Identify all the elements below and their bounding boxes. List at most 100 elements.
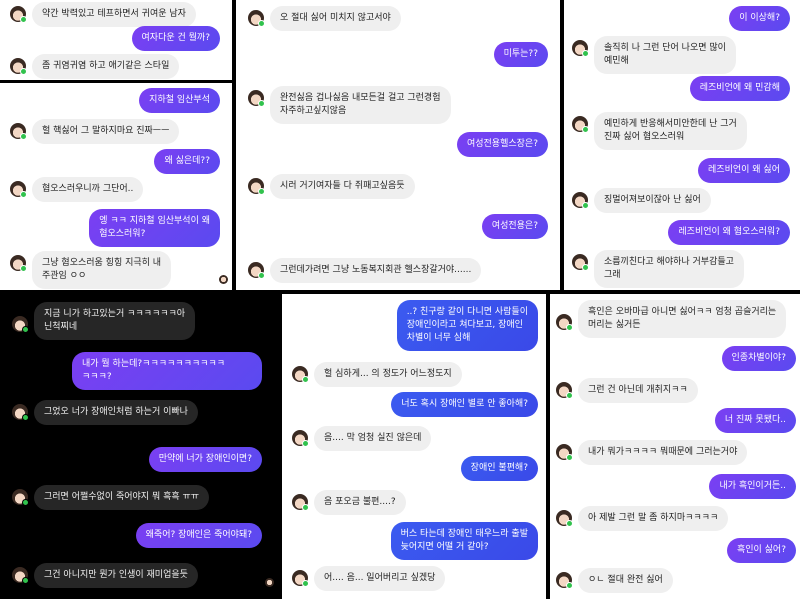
message-text: 완전싫음 겁나싫음 내모든걸 걸고 그런경험 자주하고싶지않음: [270, 86, 451, 124]
message-text: 음.... 막 엄청 실진 않은데: [314, 426, 432, 451]
read-receipt-avatar: [219, 275, 228, 284]
message-text: 지하철 임산부석: [139, 88, 220, 113]
message-incoming: 솔직히 나 그런 단어 나오면 많이 예민해: [572, 36, 736, 74]
message-text: 징멀어져보이잖아 난 싫어: [594, 188, 711, 213]
message-text: 혐오스러우니까 그단어..: [32, 177, 144, 202]
message-outgoing: 여성전용은?: [481, 214, 548, 239]
chat-panel-6: 만약에 너가 장애인이면? 그러면 어쩔수없이 죽어야지 뭐 흑흑 ㅠㅠ 왜죽어…: [0, 437, 278, 599]
message-text: 그러면 어쩔수없이 죽어야지 뭐 흑흑 ㅠㅠ: [34, 485, 210, 510]
chat-panel-7: ..? 친구랑 같이 다니면 사람들이 장애인이라고 쳐다보고, 장애인 차별이…: [282, 294, 546, 599]
message-outgoing: 너도 혹시 장애인 별로 안 좋아해?: [391, 392, 538, 417]
message-incoming: 헐 심하게... 의 정도가 어느정도지: [292, 362, 462, 387]
avatar: [292, 494, 309, 511]
message-text: 너도 혹시 장애인 별로 안 좋아해?: [391, 392, 538, 417]
avatar: [248, 262, 265, 279]
message-text: 레즈비언이 왜 싫어: [698, 158, 790, 183]
message-incoming: 음 포오금 불편....?: [292, 490, 406, 515]
message-text: 인종차별이야?: [721, 346, 796, 371]
message-incoming: 그건 아니지만 뭔가 인생이 재미업을듯: [12, 563, 198, 588]
avatar: [572, 254, 589, 271]
message-text: 아 제발 그런 말 좀 하지마ㅋㅋㅋㅋ: [578, 506, 729, 531]
chat-panel-8: 흑인은 오바마급 아니면 싫어ㅋㅋ 엄청 곱슬거리는 머리는 싫거든 인종차별이…: [550, 294, 800, 599]
avatar: [556, 314, 573, 331]
message-text: 헐 심하게... 의 정도가 어느정도지: [314, 362, 462, 387]
message-text: 소름끼친다고 해야하나 거부감들고 그래: [594, 250, 744, 288]
message-text: 그런데가려면 그냥 노동복지회관 헬스장갈거야......: [270, 258, 482, 283]
message-incoming: 그런 건 아닌데 개취지ㅋㅋ: [556, 378, 698, 403]
message-incoming: 징멀어져보이잖아 난 싫어: [572, 188, 711, 213]
message-incoming: 내가 뭐가ㅋㅋㅋㅋ 뭐때문에 그러는거야: [556, 440, 748, 465]
message-incoming: 어.... 음... 일어버리고 싶겠당: [292, 566, 446, 591]
avatar: [572, 116, 589, 133]
message-text: 흑인이 싫어?: [726, 538, 796, 563]
avatar: [12, 404, 29, 421]
message-incoming: 흑인은 오바마급 아니면 싫어ㅋㅋ 엄청 곱슬거리는 머리는 싫거든: [556, 300, 787, 338]
avatar: [12, 567, 29, 584]
message-incoming: 오 절대 싫어 미치지 않고서야: [248, 6, 401, 31]
message-incoming: 예민하게 반응해서미안한데 난 그거 진짜 싫어 혐오스러워: [572, 112, 747, 150]
avatar: [10, 123, 27, 140]
message-text: 이 이상해?: [729, 6, 790, 31]
message-text: 오 절대 싫어 미치지 않고서야: [270, 6, 401, 31]
avatar: [248, 10, 265, 27]
avatar: [572, 192, 589, 209]
message-outgoing: 여자다운 건 뭘까?: [131, 26, 220, 51]
message-incoming: 아 제발 그런 말 좀 하지마ㅋㅋㅋㅋ: [556, 506, 729, 531]
message-text: 헐 핵싫어 그 말하지마요 진짜ㅡㅡ: [32, 119, 180, 144]
message-text: 지금 니가 하고있는거 ㅋㅋㅋㅋㅋㅋ아 닌척찌네: [34, 302, 196, 340]
message-outgoing: 버스 타는데 장애인 태우느라 출발 늦어지면 어떨 거 같아?: [390, 522, 538, 560]
message-text: 만약에 너가 장애인이면?: [148, 447, 262, 472]
message-incoming: ㅇㄴ 절대 완전 싫어: [556, 568, 673, 593]
message-text: ..? 친구랑 같이 다니면 사람들이 장애인이라고 쳐다보고, 장애인 차별이…: [396, 300, 538, 351]
avatar: [556, 382, 573, 399]
message-outgoing: 너 진짜 못됐다..: [714, 408, 796, 433]
message-text: 음 포오금 불편....?: [314, 490, 406, 515]
message-text: 흑인은 오바마급 아니면 싫어ㅋㅋ 엄청 곱슬거리는 머리는 싫거든: [578, 300, 787, 338]
message-outgoing: 내가 뭘 하는데?ㅋㅋㅋㅋㅋㅋㅋㅋㅋㅋ ㅋㅋㅋ?: [72, 352, 262, 390]
message-outgoing: 흑인이 싫어?: [726, 538, 796, 563]
chat-panel-5: 지금 니가 하고있는거 ㅋㅋㅋㅋㅋㅋ아 닌척찌네 내가 뭘 하는데?ㅋㅋㅋㅋㅋㅋ…: [0, 294, 278, 433]
message-text: 좀 귀염귀염 하고 애기같은 스타일: [32, 54, 180, 79]
message-text: 여자다운 건 뭘까?: [131, 26, 220, 51]
message-outgoing: 레즈비언에 왜 민감해: [689, 76, 790, 101]
message-outgoing: 레즈비언이 왜 혐오스러워?: [668, 220, 790, 245]
message-text: 버스 타는데 장애인 태우느라 출발 늦어지면 어떨 거 같아?: [390, 522, 538, 560]
message-outgoing: 미투는??: [493, 42, 548, 67]
avatar: [292, 430, 309, 447]
avatar: [248, 178, 265, 195]
message-text: 레즈비언에 왜 민감해: [689, 76, 790, 101]
avatar: [12, 316, 29, 333]
avatar: [292, 570, 309, 587]
message-outgoing: 왜죽어? 장애인은 죽어야돼?: [135, 523, 262, 548]
message-incoming: 좀 귀염귀염 하고 애기같은 스타일: [10, 54, 180, 79]
avatar: [248, 90, 265, 107]
message-text: 여성전용은?: [481, 214, 548, 239]
message-text: 여성전용헬스장은?: [456, 132, 548, 157]
chat-panel-3: 오 절대 싫어 미치지 않고서야 미투는?? 완전싫음 겁나싫음 내모든걸 걸고…: [236, 0, 560, 290]
message-outgoing: 엥 ㅋㅋ 지하철 임산부석이 왜 혐오스러워?: [89, 209, 220, 247]
read-receipt-avatar: [265, 578, 274, 587]
message-text: 그건 아니지만 뭔가 인생이 재미업을듯: [34, 563, 198, 588]
message-outgoing: 지하철 임산부석: [139, 88, 220, 113]
avatar: [12, 489, 29, 506]
chat-panel-1: 약간 박력있고 테프하면서 귀여운 남자 여자다운 건 뭘까? 좀 귀염귀염 하…: [0, 0, 232, 80]
message-incoming: 그었오 너가 장애인처럼 하는거 이빠나: [12, 400, 198, 425]
message-text: ㅇㄴ 절대 완전 싫어: [578, 568, 673, 593]
message-outgoing: 왜 싫은데??: [154, 149, 220, 174]
message-text: 엥 ㅋㅋ 지하철 임산부석이 왜 혐오스러워?: [89, 209, 220, 247]
message-text: 내가 흑인이거든..: [709, 474, 796, 499]
avatar: [10, 58, 27, 75]
message-text: 약간 박력있고 테프하면서 귀여운 남자: [32, 2, 196, 27]
message-text: 솔직히 나 그런 단어 나오면 많이 예민해: [594, 36, 736, 74]
message-outgoing: 레즈비언이 왜 싫어: [698, 158, 790, 183]
avatar: [572, 40, 589, 57]
chat-panel-4: 이 이상해? 솔직히 나 그런 단어 나오면 많이 예민해 레즈비언에 왜 민감…: [564, 0, 800, 290]
message-incoming: 지금 니가 하고있는거 ㅋㅋㅋㅋㅋㅋ아 닌척찌네: [12, 302, 196, 340]
message-outgoing: 만약에 너가 장애인이면?: [148, 447, 262, 472]
message-incoming: 그런데가려면 그냥 노동복지회관 헬스장갈거야......: [248, 258, 482, 283]
message-text: 레즈비언이 왜 혐오스러워?: [668, 220, 790, 245]
avatar: [10, 181, 27, 198]
message-incoming: 음.... 막 엄청 실진 않은데: [292, 426, 432, 451]
message-text: 어.... 음... 일어버리고 싶겠당: [314, 566, 446, 591]
message-text: 장애인 불편해?: [460, 456, 538, 481]
